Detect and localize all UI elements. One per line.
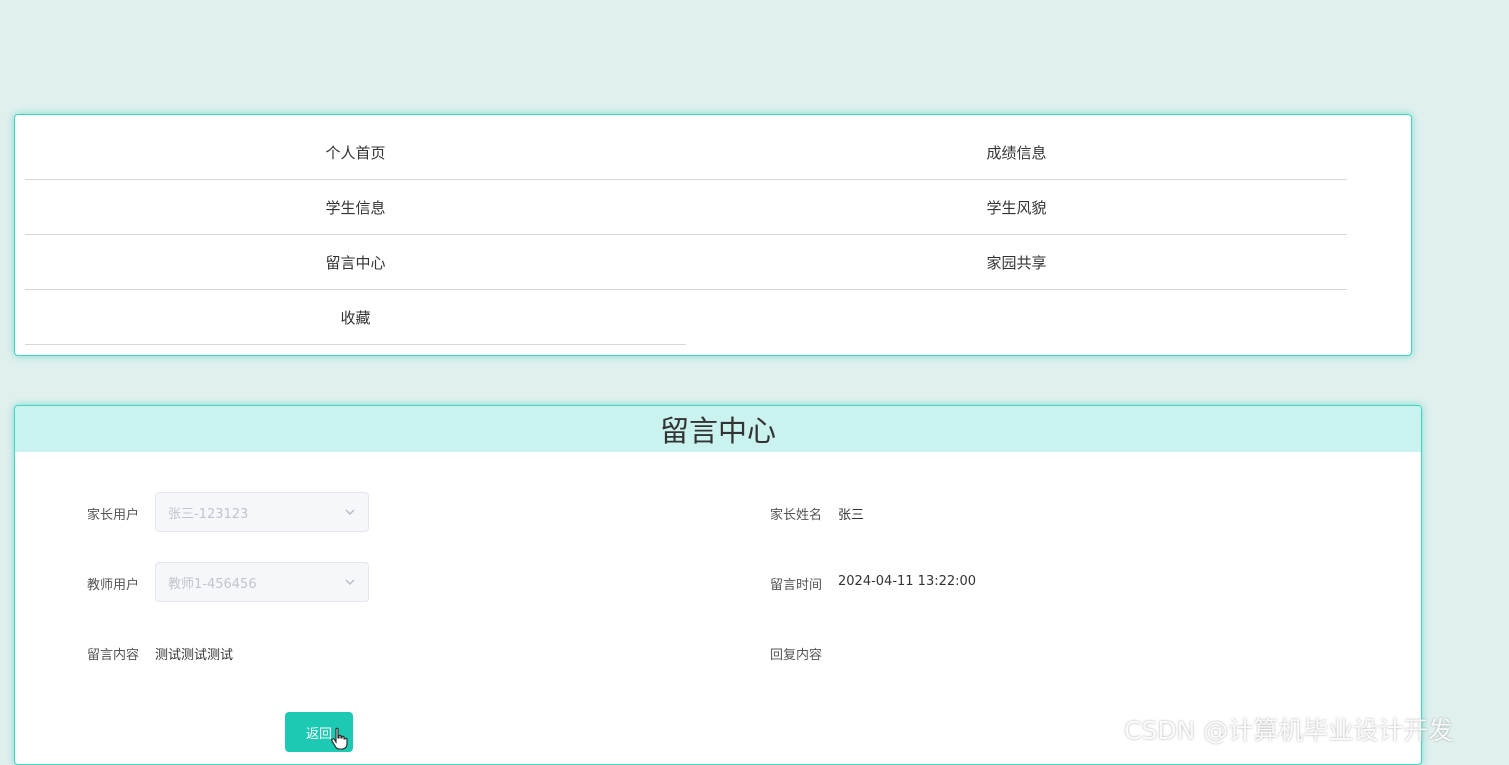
menu-item-message-center[interactable]: 留言中心	[25, 235, 686, 290]
menu-item-grades[interactable]: 成绩信息	[686, 125, 1347, 180]
teacher-user-select-value: 教师1-456456	[168, 576, 257, 592]
nav-menu-panel: 个人首页 成绩信息 学生信息 学生风貌 留言中心 家园共享 收藏	[14, 114, 1412, 356]
nav-menu-grid: 个人首页 成绩信息 学生信息 学生风貌 留言中心 家园共享 收藏	[25, 125, 1347, 345]
hand-pointer-icon	[331, 727, 348, 750]
chevron-down-icon	[345, 509, 355, 515]
parent-user-select[interactable]: 张三-123123	[155, 492, 369, 532]
menu-item-student-info[interactable]: 学生信息	[25, 180, 686, 235]
message-content-label: 留言内容	[87, 648, 140, 663]
menu-item-favorites[interactable]: 收藏	[25, 290, 686, 345]
form-title: 留言中心	[15, 406, 1421, 452]
menu-item-student-style[interactable]: 学生风貌	[686, 180, 1347, 235]
message-time-value: 2024-04-11 13:22:00	[838, 574, 977, 589]
parent-user-label: 家长用户	[87, 508, 140, 523]
teacher-user-label: 教师用户	[87, 578, 140, 593]
message-content-value: 测试测试测试	[155, 648, 234, 663]
parent-user-select-value: 张三-123123	[168, 506, 249, 522]
watermark-text: CSDN @计算机毕业设计开发	[1124, 716, 1454, 745]
parent-name-label: 家长姓名	[770, 508, 823, 523]
message-time-label: 留言时间	[770, 578, 823, 593]
chevron-down-icon	[345, 579, 355, 585]
teacher-user-select[interactable]: 教师1-456456	[155, 562, 369, 602]
menu-item-home-school-share[interactable]: 家园共享	[686, 235, 1347, 290]
reply-content-label: 回复内容	[770, 648, 823, 663]
menu-item-home[interactable]: 个人首页	[25, 125, 686, 180]
parent-name-value: 张三	[838, 508, 865, 523]
